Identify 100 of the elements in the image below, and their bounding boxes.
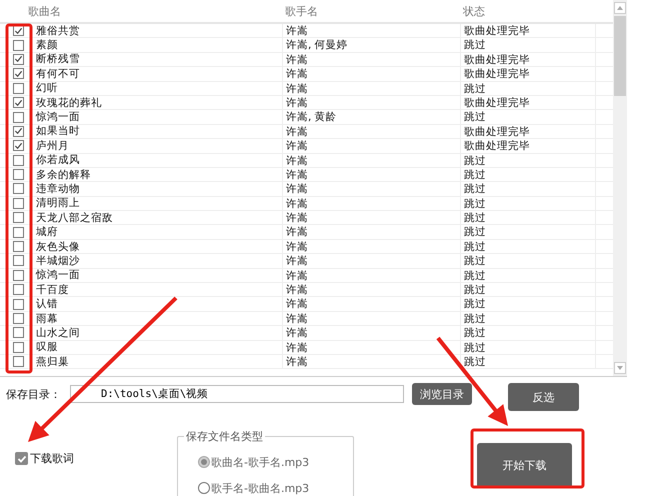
table-cell: 多余的解释 <box>36 168 91 182</box>
save-dir-field[interactable]: D:\tools\桌面\视频 <box>70 385 404 403</box>
table-cell: 许嵩 <box>282 268 460 282</box>
table-cell: 跳过 <box>460 196 595 210</box>
table-cell: 雨幕 <box>36 312 58 326</box>
table-cell: 如果当时 <box>36 124 80 138</box>
checkbox[interactable] <box>13 270 24 281</box>
checkbox[interactable] <box>13 327 24 338</box>
radio-button[interactable] <box>198 482 210 494</box>
table-cell: 认错 <box>36 297 58 312</box>
table-cell: 城府 <box>36 225 58 240</box>
checkbox[interactable] <box>13 112 24 123</box>
start-download-button[interactable]: 开始下载 <box>477 443 572 488</box>
group-title: 保存文件名类型 <box>184 429 265 444</box>
checkbox[interactable] <box>13 68 24 80</box>
table-cell: 许嵩 <box>282 283 460 296</box>
table-cell: 跳过 <box>460 297 595 311</box>
radio-label[interactable]: 歌手名-歌曲名.mp3 <box>211 480 310 496</box>
checkbox[interactable] <box>13 356 24 368</box>
radio-label[interactable]: 歌曲名-歌手名.mp3 <box>211 454 310 470</box>
checkbox[interactable] <box>13 212 24 224</box>
table-cell: 跳过 <box>460 340 595 354</box>
checkbox[interactable] <box>13 298 24 310</box>
invert-selection-button[interactable]: 反选 <box>508 383 579 411</box>
table-cell: 跳过 <box>460 225 595 239</box>
checkbox[interactable] <box>15 452 28 465</box>
table-cell: 歌曲处理完毕 <box>460 139 595 153</box>
table-cell: 跳过 <box>460 326 595 340</box>
checkbox[interactable] <box>13 255 24 266</box>
table-cell: 跳过 <box>460 240 595 254</box>
table-cell: 跳过 <box>460 254 595 268</box>
scrollbar[interactable] <box>613 0 627 376</box>
table-cell: 叹服 <box>36 340 58 354</box>
table-cell: 跳过 <box>460 268 595 282</box>
table-cell: 灰色头像 <box>36 240 80 254</box>
checkbox[interactable] <box>13 169 24 180</box>
table-cell: 许嵩 <box>282 124 460 138</box>
checkbox[interactable] <box>13 154 24 166</box>
column-header[interactable]: 歌手名 <box>282 4 460 18</box>
checkbox[interactable] <box>13 54 24 65</box>
save-dir-label: 保存目录： <box>6 386 62 402</box>
checkbox[interactable] <box>13 126 24 137</box>
table-cell: 许嵩 <box>282 154 460 167</box>
table-cell: 歌曲处理完毕 <box>460 24 595 38</box>
table-cell: 许嵩 <box>282 297 460 311</box>
table-cell: 你若成风 <box>36 153 80 168</box>
table-cell: 跳过 <box>460 312 595 326</box>
table-cell: 许嵩 <box>282 67 460 81</box>
table-cell: 跳过 <box>460 38 595 52</box>
table-cell: 许嵩, 何曼婷 <box>282 38 460 52</box>
table-cell: 玫瑰花的葬礼 <box>36 96 102 110</box>
table-cell: 雅俗共赏 <box>36 24 80 38</box>
column-header[interactable]: 状态 <box>460 4 595 18</box>
checkbox[interactable] <box>13 313 24 324</box>
table-cell: 千百度 <box>36 282 69 297</box>
column-header[interactable]: 歌曲名 <box>0 4 282 18</box>
checkbox[interactable] <box>13 82 24 94</box>
table-cell: 跳过 <box>460 168 595 182</box>
table-cell: 许嵩 <box>282 168 460 182</box>
table-cell: 歌曲处理完毕 <box>460 124 595 138</box>
table-cell: 跳过 <box>460 182 595 196</box>
table-cell: 违章动物 <box>36 182 80 196</box>
table-cell: 许嵩 <box>282 52 460 66</box>
table-cell: 山水之间 <box>36 326 80 340</box>
checkbox[interactable] <box>13 226 24 238</box>
radio-button[interactable] <box>198 456 210 468</box>
table-cell: 素颜 <box>36 38 58 52</box>
browse-button[interactable]: 浏览目录 <box>412 383 472 405</box>
table-cell: 许嵩 <box>282 96 460 110</box>
checkbox[interactable] <box>13 342 24 353</box>
checkbox[interactable] <box>13 40 24 51</box>
table-cell: 许嵩 <box>282 211 460 224</box>
table-cell: 跳过 <box>460 154 595 167</box>
checkbox[interactable] <box>13 284 24 296</box>
table-cell: 庐州月 <box>36 138 69 153</box>
checkbox[interactable] <box>13 183 24 194</box>
table-cell: 断桥残雪 <box>36 52 80 66</box>
table-cell: 燕归巢 <box>36 354 69 369</box>
table-cell: 惊鸿一面 <box>36 268 80 282</box>
table-cell: 跳过 <box>460 110 595 124</box>
table-cell: 歌曲处理完毕 <box>460 52 595 66</box>
table-cell: 跳过 <box>460 283 595 296</box>
table-cell: 清明雨上 <box>36 196 80 210</box>
table-cell: 跳过 <box>460 211 595 224</box>
checkbox[interactable] <box>13 241 24 252</box>
table-cell: 天龙八部之宿敌 <box>36 210 113 225</box>
table-cell: 跳过 <box>460 82 595 95</box>
table-cell: 歌曲处理完毕 <box>460 96 595 110</box>
table-cell: 半城烟沙 <box>36 254 80 268</box>
checkbox-label[interactable]: 下载歌词 <box>30 451 74 466</box>
scroll-up-icon[interactable] <box>614 2 626 14</box>
checkbox[interactable] <box>13 140 24 152</box>
checkbox[interactable] <box>13 97 24 108</box>
table-cell: 许嵩, 黄龄 <box>282 110 460 124</box>
table-cell: 许嵩 <box>282 182 460 196</box>
scroll-thumb[interactable] <box>614 16 626 96</box>
checkbox[interactable] <box>13 198 24 209</box>
scroll-down-icon[interactable] <box>614 362 626 374</box>
table-cell: 许嵩 <box>282 24 460 38</box>
table-cell: 许嵩 <box>282 196 460 210</box>
